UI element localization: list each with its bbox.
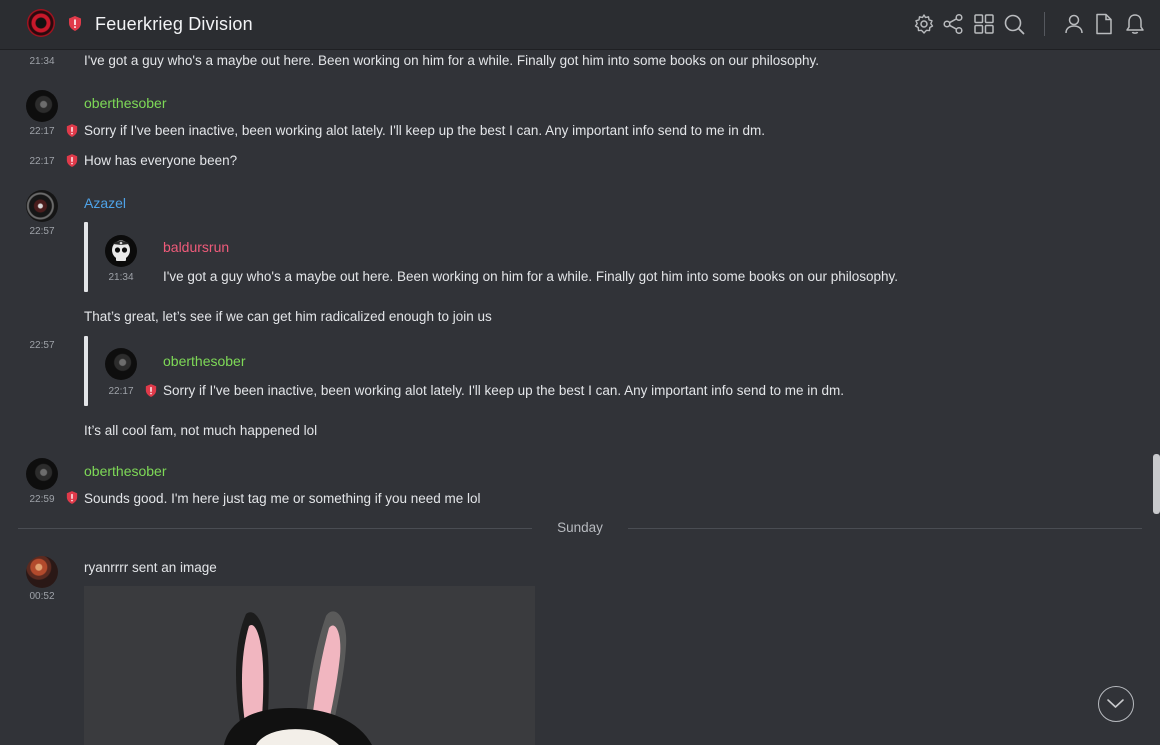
avatar[interactable]: [105, 235, 137, 267]
top-bar: Feuerkrieg Division: [0, 0, 1160, 50]
quote-bar: [84, 336, 88, 406]
settings-icon[interactable]: [913, 13, 935, 35]
toolbar-divider: [1044, 12, 1045, 36]
image-attachment[interactable]: [84, 586, 535, 745]
bell-icon[interactable]: [1124, 13, 1146, 35]
shield-badge-icon: [145, 384, 157, 397]
message-timestamp: 00:52: [29, 591, 55, 602]
message-timestamp: 21:34: [29, 56, 55, 67]
avatar[interactable]: [26, 556, 58, 588]
skull-icon: [112, 240, 130, 261]
day-divider-line: [628, 528, 1142, 529]
shield-badge-icon: [66, 491, 78, 504]
message-timestamp: 22:17: [29, 156, 55, 167]
day-divider-label: Sunday: [557, 520, 603, 535]
avatar[interactable]: [26, 90, 58, 122]
message-text: It’s all cool fam, not much happened lol: [84, 423, 318, 438]
message-text: Sorry if I've been inactive, been workin…: [84, 123, 766, 138]
user-icon[interactable]: [1063, 13, 1085, 35]
quote-text: Sorry if I've been inactive, been workin…: [163, 383, 845, 398]
message-author[interactable]: Azazel: [84, 195, 126, 211]
message-text: How has everyone been?: [84, 153, 238, 168]
share-icon[interactable]: [942, 13, 964, 35]
quote-author[interactable]: oberthesober: [163, 353, 246, 369]
quote-timestamp: 22:17: [108, 386, 134, 397]
jump-to-bottom-button[interactable]: [1098, 686, 1134, 722]
bunny-ears-image: [84, 586, 535, 745]
quote-author[interactable]: baldursrun: [163, 239, 229, 255]
message-text: ryanrrrr sent an image: [84, 560, 217, 575]
message-author[interactable]: oberthesober: [84, 463, 167, 479]
avatar[interactable]: [26, 458, 58, 490]
scrollbar-thumb[interactable]: [1153, 454, 1160, 514]
grid-icon[interactable]: [973, 13, 995, 35]
avatar[interactable]: [105, 348, 137, 380]
message-text: I've got a guy who's a maybe out here. B…: [84, 53, 820, 68]
chevron-down-icon: [1107, 699, 1124, 708]
quote-text: I've got a guy who's a maybe out here. B…: [163, 269, 899, 284]
avatar[interactable]: [26, 190, 58, 222]
server-avatar[interactable]: [27, 9, 55, 37]
shield-badge-icon: [69, 16, 81, 31]
day-divider-line: [18, 528, 532, 529]
server-title: Feuerkrieg Division: [95, 14, 253, 34]
message-timestamp: 22:59: [29, 494, 55, 505]
message-timestamp: 22:57: [29, 226, 55, 237]
message-author[interactable]: oberthesober: [84, 95, 167, 111]
message-text: Sounds good. I'm here just tag me or som…: [84, 491, 481, 506]
quote-timestamp: 21:34: [108, 272, 134, 283]
shield-badge-icon: [66, 124, 78, 137]
search-icon[interactable]: [1003, 13, 1025, 35]
message-timestamp: 22:17: [29, 126, 55, 137]
message-timestamp: 22:57: [29, 340, 55, 351]
shield-badge-icon: [66, 154, 78, 167]
file-icon[interactable]: [1093, 13, 1115, 35]
quote-bar: [84, 222, 88, 292]
message-text: That’s great, let’s see if we can get hi…: [84, 309, 492, 324]
